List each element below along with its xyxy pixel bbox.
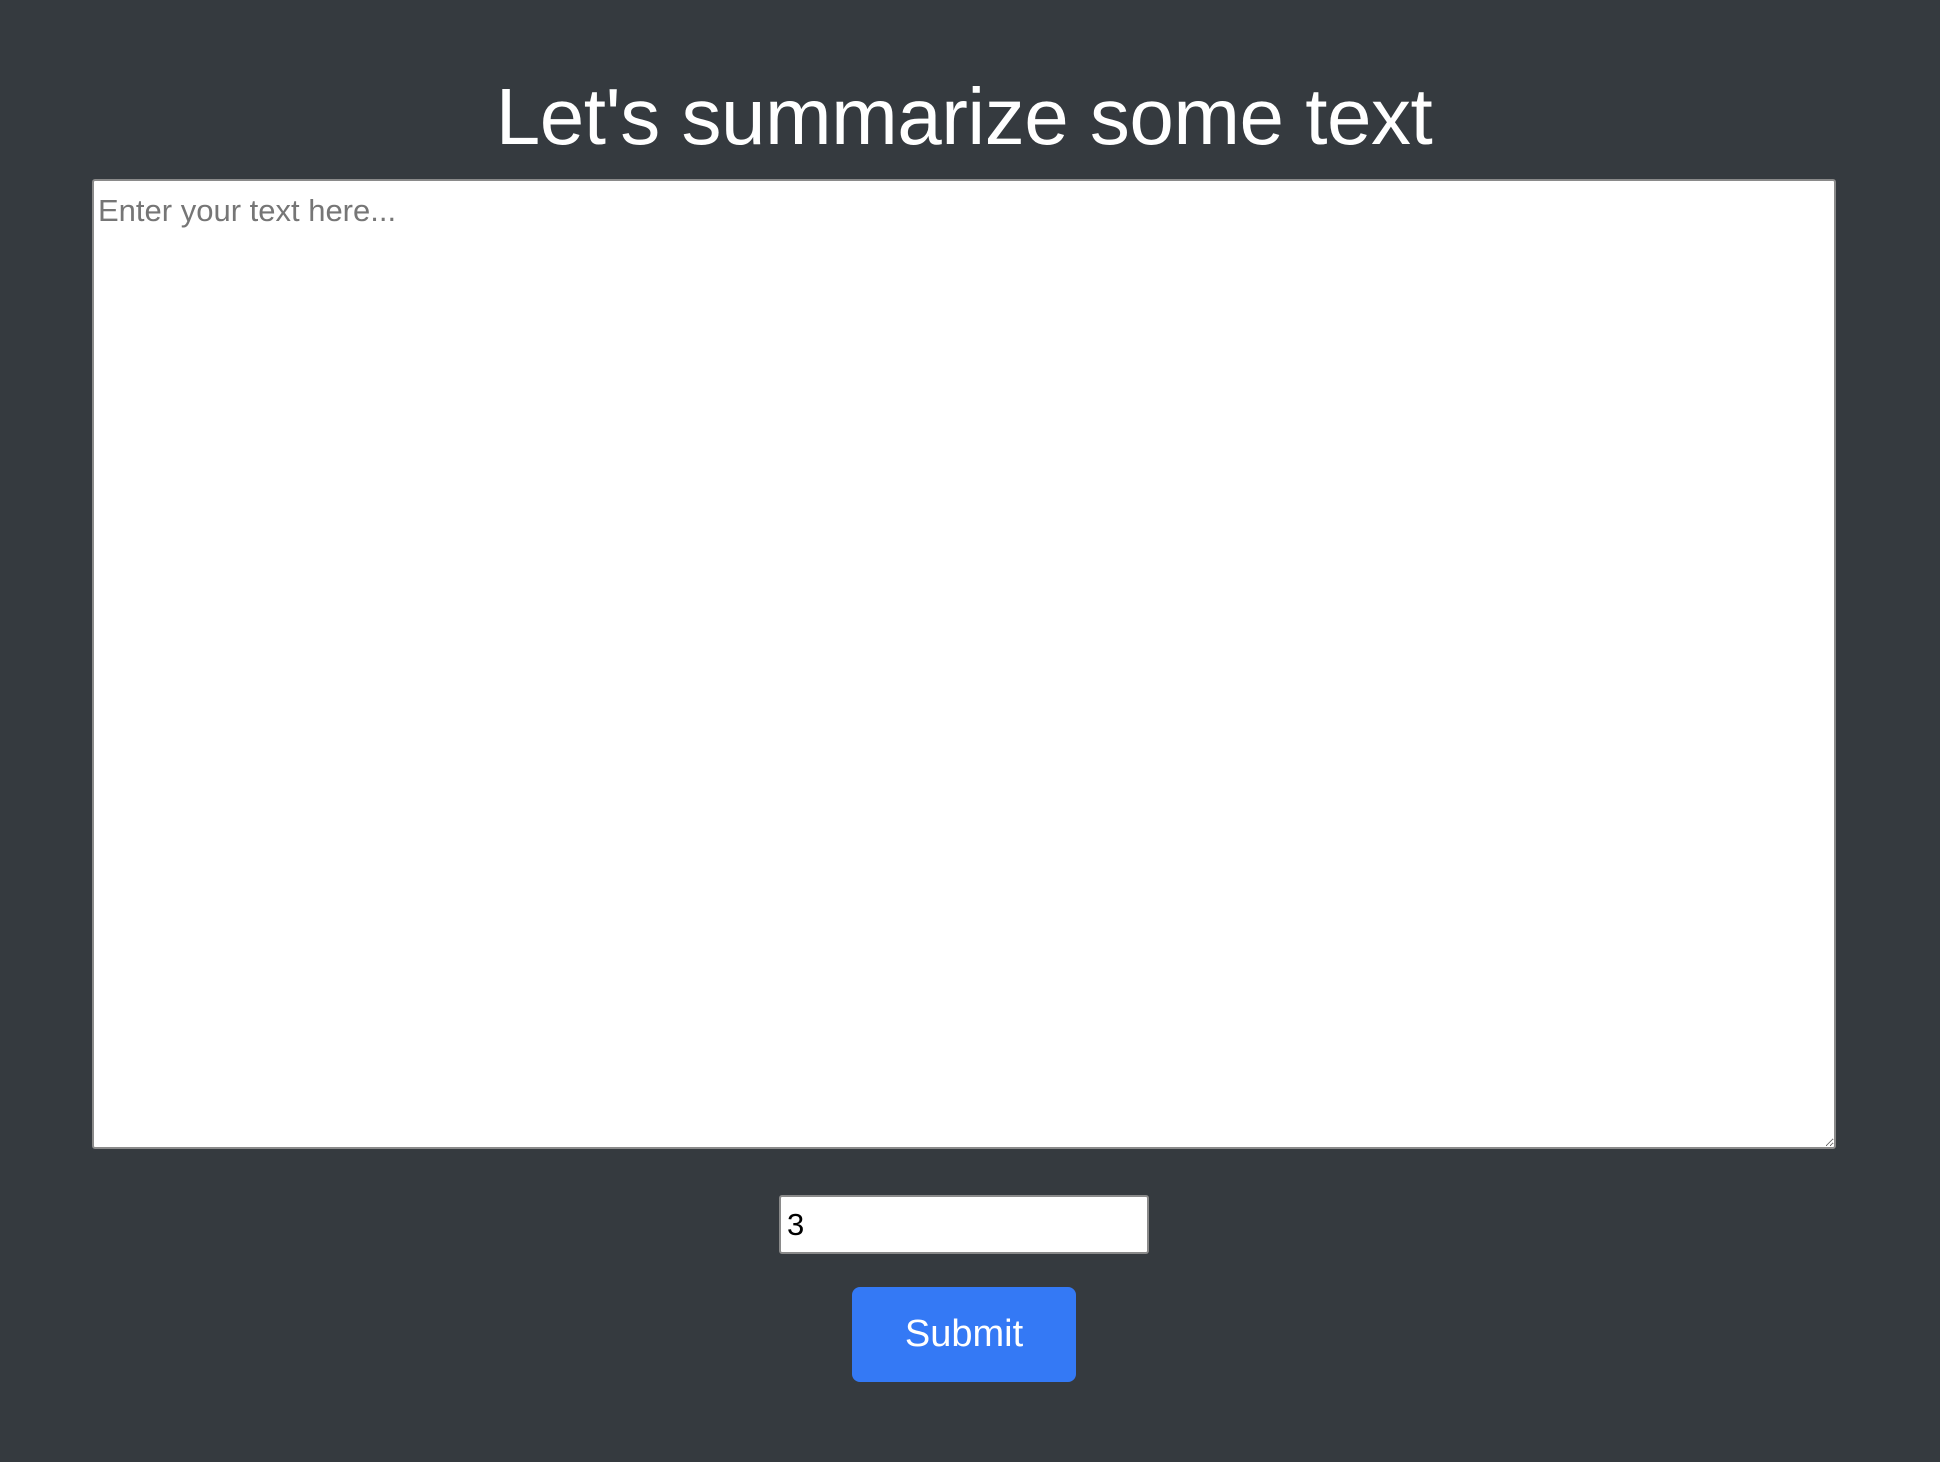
submit-button[interactable]: Submit [852, 1287, 1076, 1382]
page: Let's summarize some text Submit [0, 0, 1940, 1462]
page-title: Let's summarize some text [495, 72, 1433, 161]
text-input[interactable] [92, 179, 1836, 1149]
sentence-count-input[interactable] [779, 1195, 1149, 1254]
